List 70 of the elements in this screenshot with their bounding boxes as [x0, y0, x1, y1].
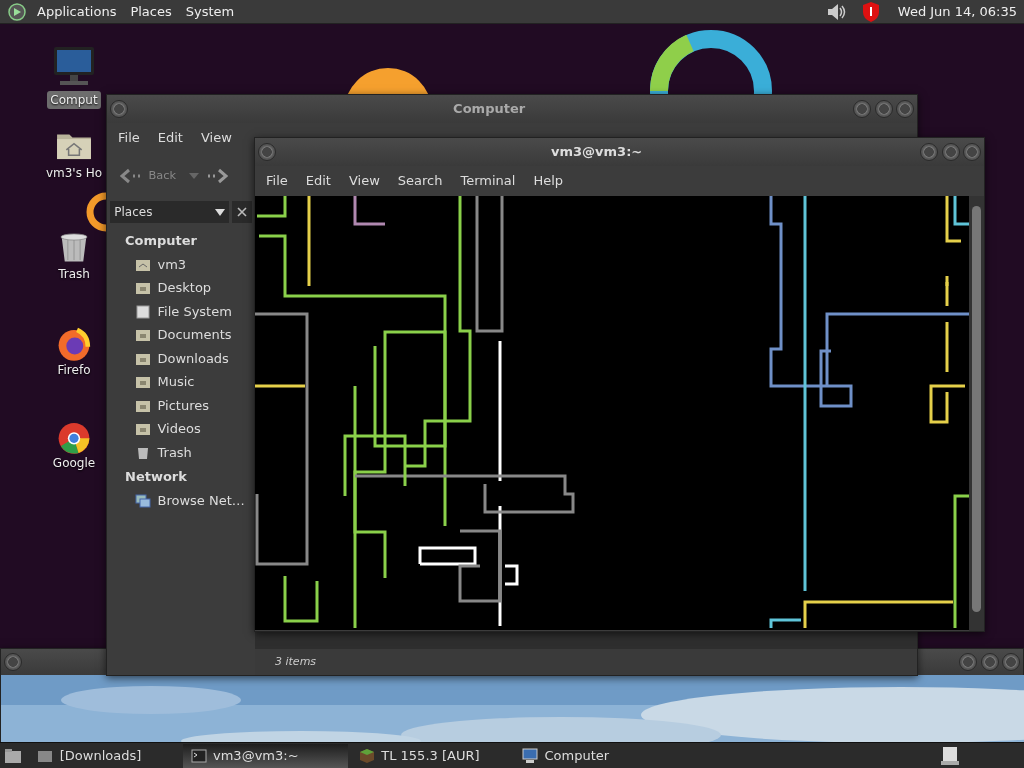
window-button[interactable]: [4, 653, 23, 671]
clock: Wed Jun 14, 06:35: [896, 2, 1018, 21]
icon-label[interactable]: vm3's Ho: [42, 164, 106, 182]
forward-icon[interactable]: [205, 168, 228, 184]
scrollbar[interactable]: [972, 206, 981, 612]
icon-label[interactable]: Firefo: [54, 361, 94, 379]
sidebar-item[interactable]: Desktop: [107, 276, 255, 300]
taskbar-item[interactable]: TL 155.3 [AUR]: [350, 743, 511, 768]
caret-icon: [214, 208, 225, 216]
back-arrow-icon: [120, 168, 142, 184]
sidebar-item[interactable]: Documents: [107, 323, 255, 347]
menu-item[interactable]: Terminal: [451, 171, 525, 191]
trash-applet-icon[interactable]: [940, 745, 960, 766]
taskbar-item[interactable]: [Downloads]: [29, 743, 180, 768]
sidebar-item[interactable]: vm3: [107, 252, 255, 277]
sidebar-item[interactable]: Trash: [107, 440, 255, 465]
status-text: 3 items: [275, 653, 317, 670]
menu-item[interactable]: Edit: [148, 128, 192, 148]
menu-item[interactable]: Edit: [296, 171, 340, 191]
show-desktop-icon[interactable]: [4, 746, 22, 765]
window-button[interactable]: [853, 100, 872, 118]
cube-icon: [358, 747, 375, 764]
folder-icon: [135, 374, 151, 390]
window-title: Computer: [452, 100, 527, 119]
drive-icon: [135, 303, 151, 320]
window-button[interactable]: [959, 653, 978, 671]
icon-label[interactable]: Trash: [55, 265, 93, 283]
section-heading: Network: [124, 468, 188, 487]
window-button[interactable]: [874, 100, 893, 118]
panel-menu[interactable]: Places: [123, 1, 179, 22]
panel-menu[interactable]: System: [178, 1, 242, 22]
network-icon: [135, 492, 151, 509]
app-menu-icon[interactable]: [8, 2, 26, 21]
window-button[interactable]: [895, 100, 914, 118]
window-button[interactable]: [962, 143, 981, 161]
taskbar-item[interactable]: vm3@vm3:~: [182, 743, 348, 768]
window-button[interactable]: [941, 143, 960, 161]
folder-icon: [135, 327, 151, 343]
close-icon: [236, 207, 247, 217]
menu-item[interactable]: File: [257, 171, 297, 191]
window-button[interactable]: [110, 100, 129, 118]
computer-icon: [522, 747, 538, 764]
folder-icon: [135, 280, 151, 296]
sidebar-item[interactable]: Videos: [107, 417, 255, 441]
menu-item[interactable]: Search: [388, 171, 452, 191]
sidebar-item[interactable]: Music: [107, 370, 255, 394]
sidebar-item[interactable]: Pictures: [107, 393, 255, 418]
panel-menu[interactable]: Applications: [30, 1, 124, 22]
menu-item[interactable]: File: [109, 128, 149, 148]
window-button[interactable]: [920, 143, 939, 161]
terminal-icon: [190, 747, 207, 764]
folder-icon: [135, 421, 151, 437]
places-dropdown[interactable]: Places: [110, 201, 229, 223]
shield-icon[interactable]: [860, 0, 881, 23]
window-title: vm3@vm3:~: [550, 143, 644, 162]
caret-icon[interactable]: [189, 172, 200, 180]
sidebar-item[interactable]: Browse Net…: [107, 488, 255, 513]
taskbar-item[interactable]: Computer: [514, 743, 664, 768]
menu-item[interactable]: View: [191, 128, 241, 148]
window-button[interactable]: [980, 653, 999, 671]
menu-item[interactable]: View: [339, 171, 389, 191]
menu-item[interactable]: Help: [524, 171, 573, 191]
window-button[interactable]: [1001, 653, 1020, 671]
window-button[interactable]: [258, 143, 277, 161]
sidebar-item[interactable]: File System: [107, 299, 255, 324]
close-button[interactable]: [231, 201, 252, 223]
icon-label[interactable]: Comput: [47, 91, 101, 109]
icon-label[interactable]: Google: [49, 454, 99, 472]
section-heading: Computer: [124, 232, 199, 251]
sidebar-item[interactable]: Downloads: [107, 346, 255, 371]
